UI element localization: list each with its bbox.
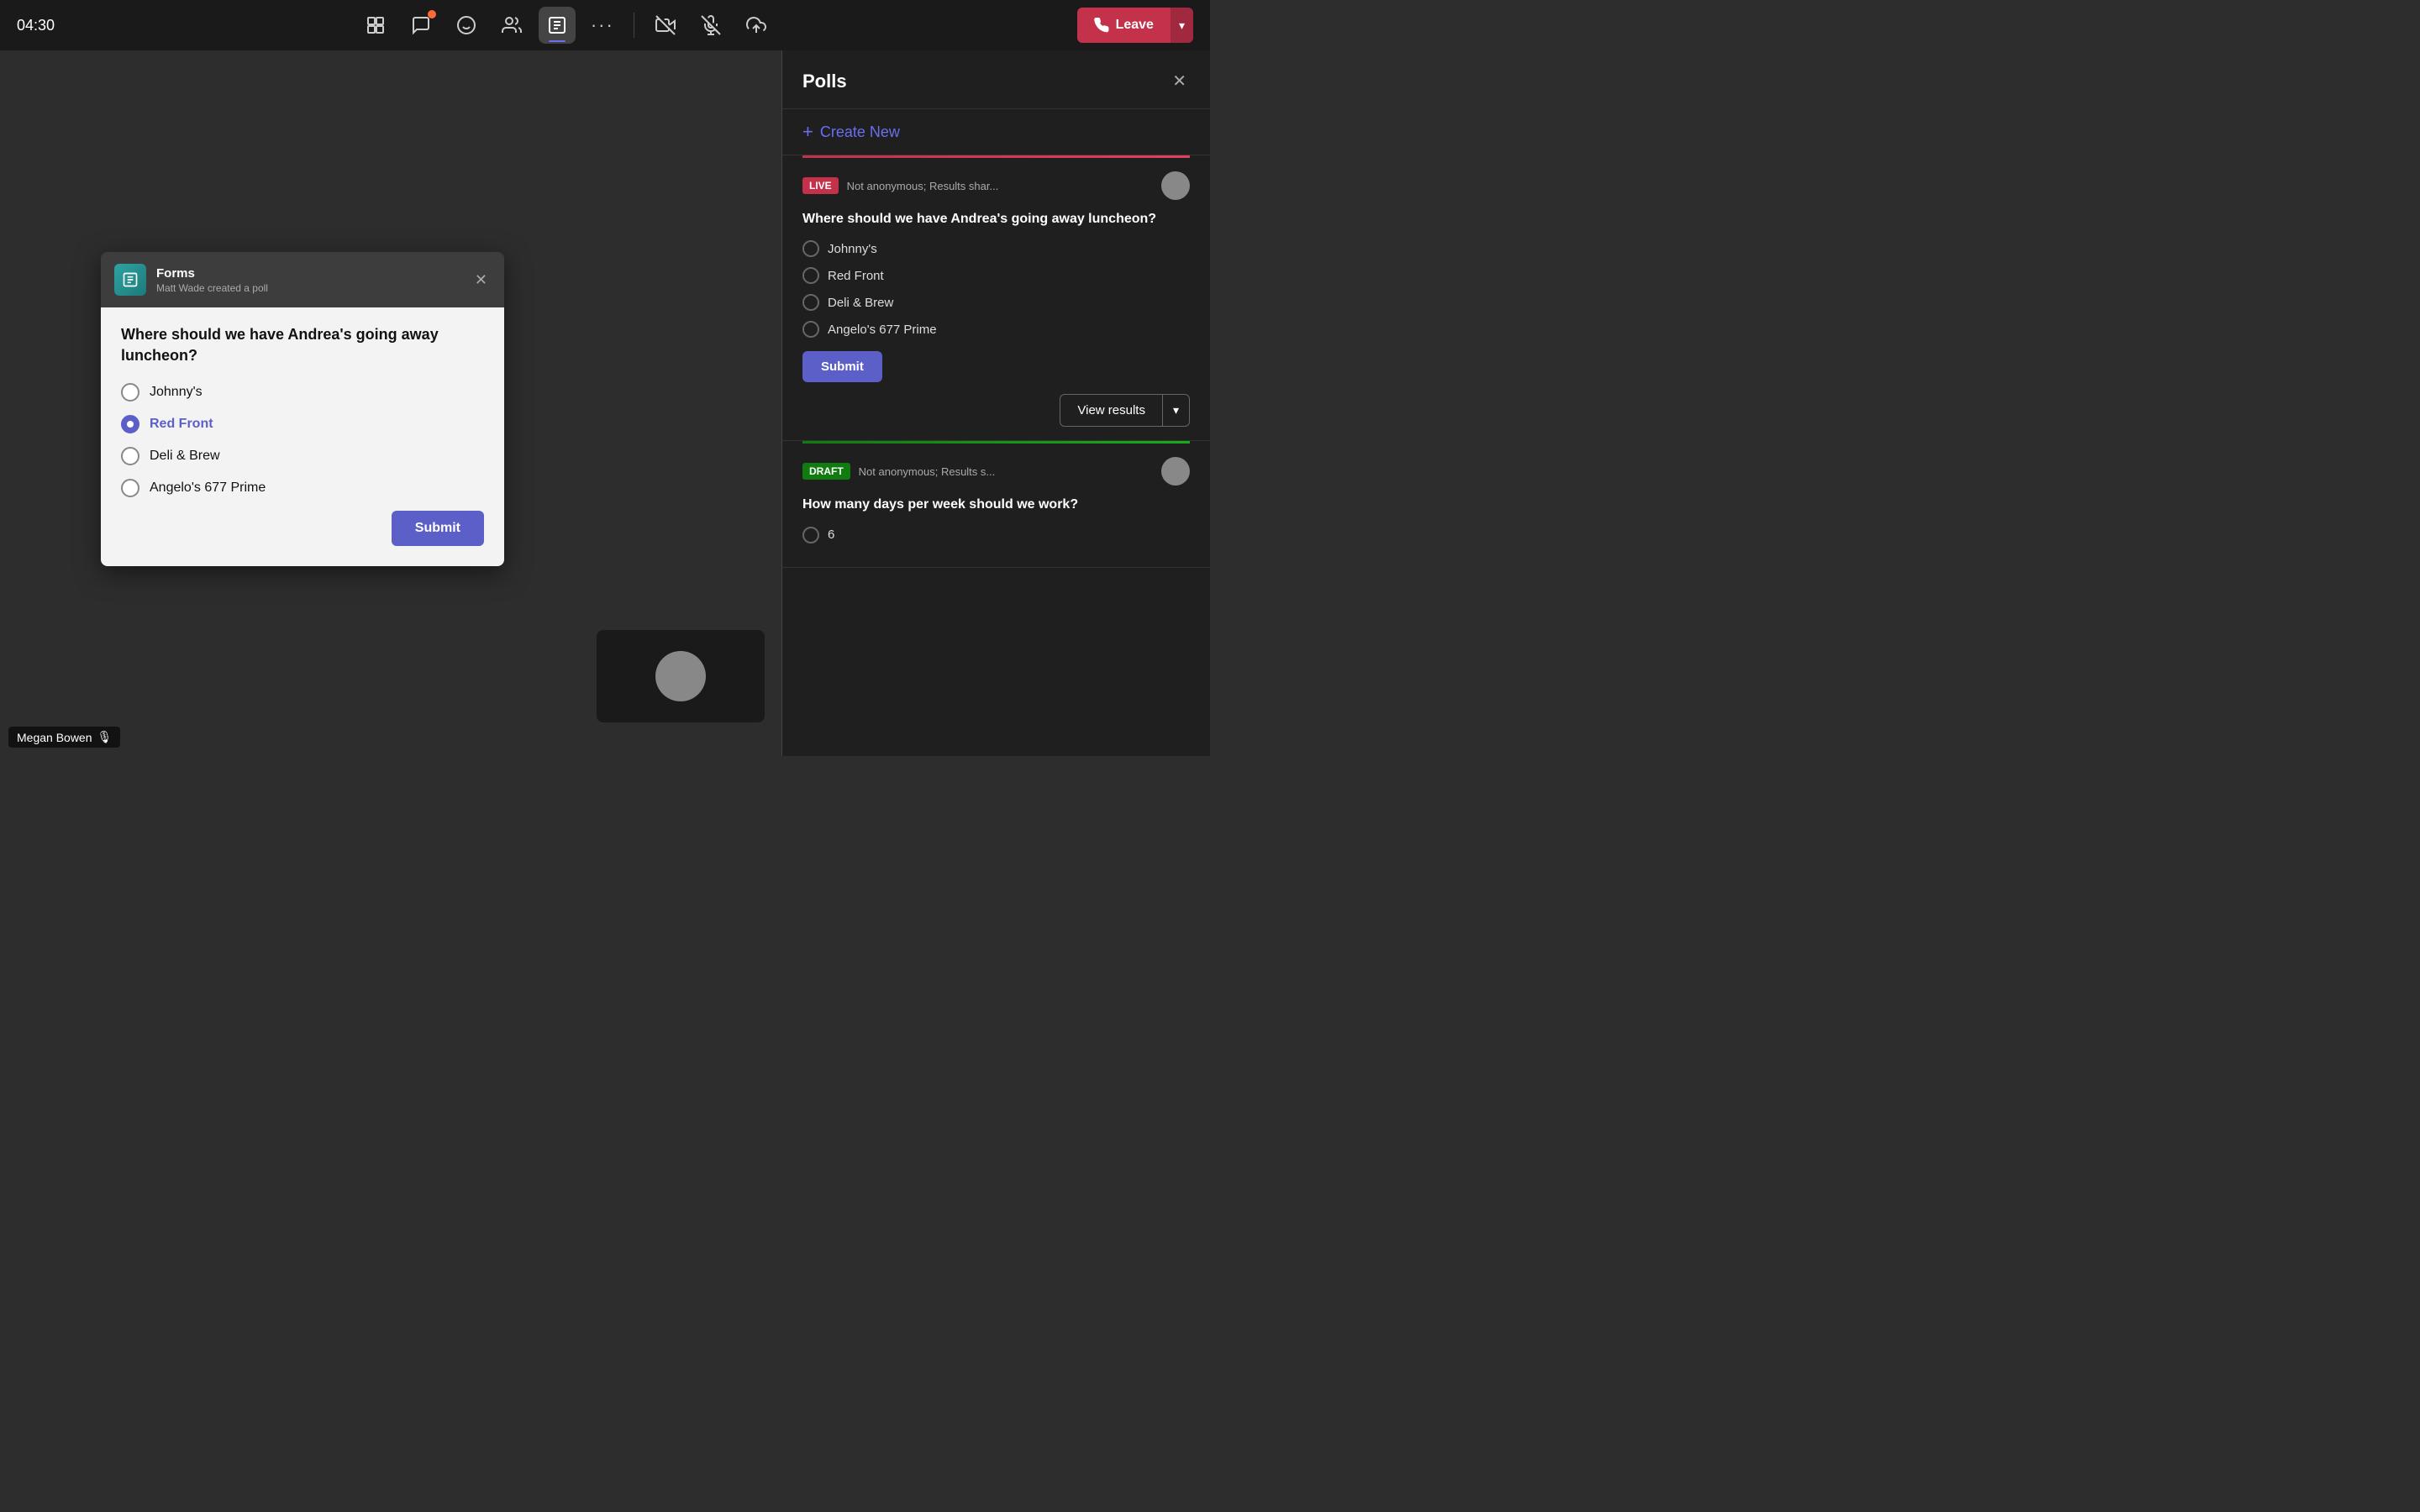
polls-panel: Polls ✕ + Create New LIVE Not anonymous;… (781, 50, 1210, 756)
more-options-icon[interactable]: ··· (584, 7, 621, 44)
participants-icon[interactable] (357, 7, 394, 44)
panel-submit-button[interactable]: Submit (802, 351, 882, 382)
plus-icon: + (802, 121, 813, 143)
poll-option-2[interactable]: Deli & Brew (121, 447, 484, 465)
panel-header: Polls ✕ (782, 50, 1210, 109)
leave-chevron-button[interactable]: ▾ (1171, 8, 1193, 43)
user-mic-off-icon: 🎙 (97, 730, 113, 744)
panel-radio-2[interactable] (802, 294, 819, 311)
popup-header: Forms Matt Wade created a poll ✕ (101, 252, 504, 307)
draft-option-num: 6 (802, 527, 1190, 543)
poll-option-1[interactable]: Red Front (121, 415, 484, 433)
live-poll-question: Where should we have Andrea's going away… (802, 210, 1190, 228)
draft-poll-header: DRAFT Not anonymous; Results s... (802, 457, 1190, 486)
radio-3[interactable] (121, 479, 139, 497)
option-label-1: Red Front (150, 417, 213, 432)
create-new-button[interactable]: + Create New (782, 109, 1210, 155)
panel-option-0[interactable]: Johnny's (802, 240, 1190, 257)
camera-off-icon[interactable] (647, 7, 684, 44)
create-new-label: Create New (820, 123, 900, 141)
option-label-2: Deli & Brew (150, 449, 220, 464)
topbar: 04:30 (0, 0, 1210, 50)
draft-poll-question: How many days per week should we work? (802, 496, 1190, 514)
popup-close-icon[interactable]: ✕ (471, 268, 491, 292)
draft-poll-meta-text: Not anonymous; Results s... (859, 465, 996, 478)
leave-button[interactable]: Leave (1077, 8, 1171, 43)
popup-header-left: Forms Matt Wade created a poll (114, 264, 268, 296)
panel-option-label-1: Red Front (828, 269, 884, 283)
chat-badge (428, 10, 436, 18)
view-results-chevron[interactable]: ▾ (1163, 394, 1190, 427)
panel-option-label-3: Angelo's 677 Prime (828, 323, 937, 337)
panel-close-icon[interactable]: ✕ (1169, 67, 1190, 95)
popup-app-name: Forms (156, 266, 268, 281)
panel-option-label-0: Johnny's (828, 242, 877, 256)
option-label-0: Johnny's (150, 385, 203, 400)
user-avatar-container (597, 630, 765, 722)
live-poll-meta-text: Not anonymous; Results shar... (847, 180, 999, 192)
mic-mute-icon[interactable] (692, 7, 729, 44)
live-badge: LIVE (802, 177, 839, 194)
view-results-bar: View results ▾ (802, 394, 1190, 427)
popup-body: Where should we have Andrea's going away… (101, 307, 504, 566)
popup-submit-area: Submit (121, 511, 484, 546)
radio-0[interactable] (121, 383, 139, 402)
reactions-icon[interactable] (448, 7, 485, 44)
panel-radio-1[interactable] (802, 267, 819, 284)
draft-option-value: 6 (828, 528, 834, 542)
panel-option-1[interactable]: Red Front (802, 267, 1190, 284)
radio-2[interactable] (121, 447, 139, 465)
draft-poll-card: DRAFT Not anonymous; Results s... How ma… (782, 444, 1210, 567)
user-name-text: Megan Bowen (17, 731, 92, 744)
topbar-right: Leave ▾ (1077, 8, 1193, 43)
poll-option-0[interactable]: Johnny's (121, 383, 484, 402)
live-poll-meta: LIVE Not anonymous; Results shar... (802, 177, 998, 194)
view-results-button[interactable]: View results (1060, 394, 1163, 427)
user-video-tile (597, 630, 765, 722)
forms-active-icon[interactable] (539, 7, 576, 44)
popup-question: Where should we have Andrea's going away… (121, 324, 484, 366)
draft-poll-avatar (1161, 457, 1190, 486)
meeting-controls: ··· (357, 7, 775, 44)
popup-submit-button[interactable]: Submit (392, 511, 484, 546)
panel-title: Polls (802, 71, 847, 92)
panel-option-label-2: Deli & Brew (828, 296, 893, 310)
leave-button-group: Leave ▾ (1077, 8, 1193, 43)
radio-1[interactable] (121, 415, 139, 433)
people-icon[interactable] (493, 7, 530, 44)
panel-radio-3[interactable] (802, 321, 819, 338)
panel-option-2[interactable]: Deli & Brew (802, 294, 1190, 311)
polls-list: LIVE Not anonymous; Results shar... Wher… (782, 155, 1210, 756)
share-screen-icon[interactable] (738, 7, 775, 44)
panel-option-3[interactable]: Angelo's 677 Prime (802, 321, 1190, 338)
chat-icon[interactable] (402, 7, 439, 44)
forms-app-icon (114, 264, 146, 296)
draft-badge: DRAFT (802, 463, 850, 480)
live-poll-header: LIVE Not anonymous; Results shar... (802, 171, 1190, 200)
popup-app-info: Forms Matt Wade created a poll (156, 266, 268, 294)
live-poll-avatar (1161, 171, 1190, 200)
live-poll-card: LIVE Not anonymous; Results shar... Wher… (782, 158, 1210, 441)
option-label-3: Angelo's 677 Prime (150, 480, 266, 496)
draft-radio[interactable] (802, 527, 819, 543)
draft-poll-meta: DRAFT Not anonymous; Results s... (802, 463, 995, 480)
poll-option-3[interactable]: Angelo's 677 Prime (121, 479, 484, 497)
popup-subtitle: Matt Wade created a poll (156, 282, 268, 294)
user-name-bar: Megan Bowen 🎙 (8, 727, 120, 748)
panel-radio-0[interactable] (802, 240, 819, 257)
poll-notification-popup: Forms Matt Wade created a poll ✕ Where s… (101, 252, 504, 566)
user-avatar (655, 651, 706, 701)
timer-display: 04:30 (17, 17, 55, 34)
